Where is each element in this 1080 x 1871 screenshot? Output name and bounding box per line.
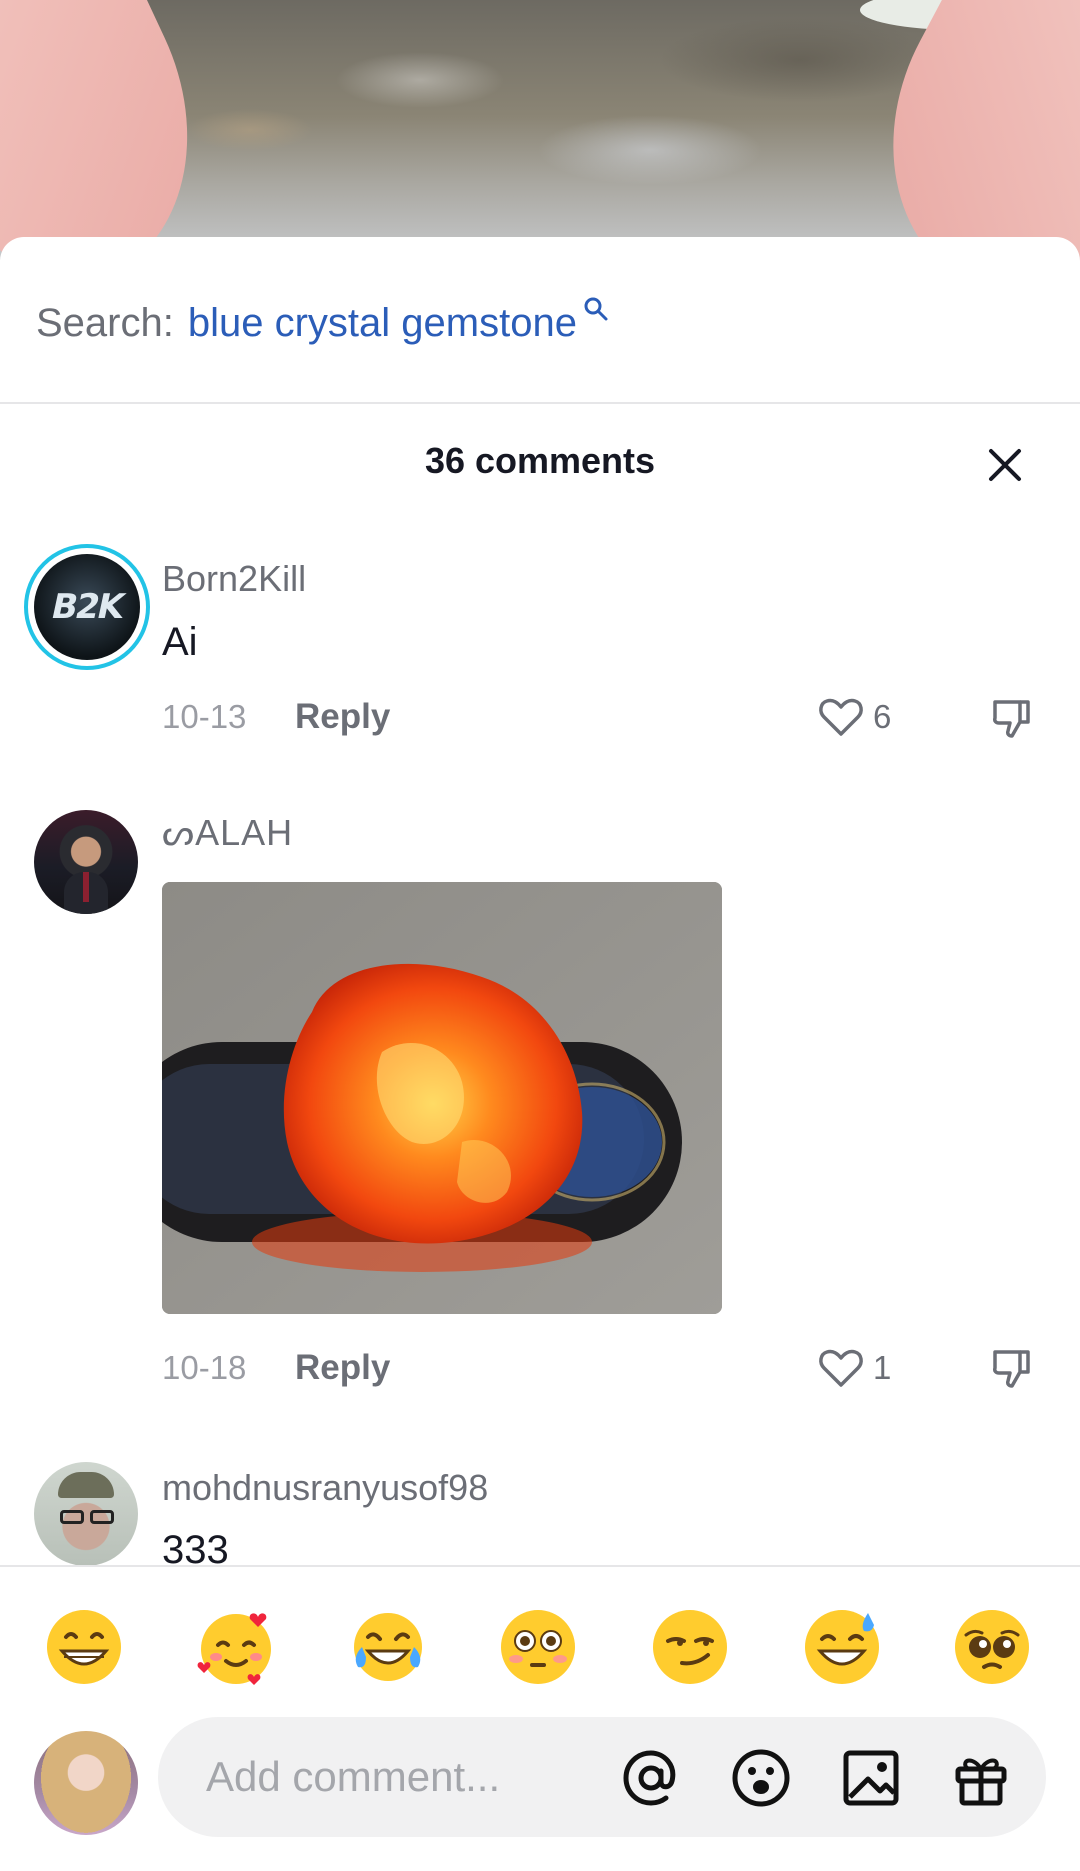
dislike-icon[interactable] (990, 1346, 1034, 1390)
heart-icon[interactable] (818, 1347, 864, 1389)
comment-composer: Add comment... (0, 1715, 1080, 1871)
search-icon (584, 297, 608, 321)
smirk-emoji-icon[interactable] (650, 1607, 730, 1687)
comment-image[interactable] (162, 882, 722, 1314)
pleading-emoji-icon[interactable] (952, 1607, 1032, 1687)
flushed-emoji-icon[interactable] (498, 1607, 578, 1687)
like-count: 1 (873, 1349, 892, 1386)
comment-date: 10-18 (162, 1349, 247, 1386)
reply-button[interactable]: Reply (295, 1348, 390, 1388)
comment-input[interactable]: Add comment... (158, 1717, 1046, 1837)
avatar[interactable] (34, 810, 138, 914)
avatar-logo-text: B2K (47, 587, 127, 627)
search-suggestion[interactable]: Search: blue crystal gemstone (36, 297, 609, 348)
reply-button[interactable]: Reply (295, 697, 390, 737)
glowing-stone-photo (162, 882, 722, 1314)
image-attach-icon[interactable] (840, 1747, 902, 1809)
comments-count-title: 36 comments (424, 440, 656, 481)
like-count: 6 (873, 698, 892, 735)
comment-text: Ai (162, 620, 198, 664)
comment-username[interactable]: Born2Kill (162, 558, 306, 600)
avatar[interactable] (34, 1462, 138, 1566)
smiling-hearts-emoji-icon[interactable] (196, 1607, 276, 1687)
search-term-link[interactable]: blue crystal gemstone (188, 301, 577, 346)
emoji-picker-icon[interactable] (730, 1747, 792, 1809)
dislike-icon[interactable] (990, 696, 1034, 740)
self-avatar[interactable] (34, 1731, 138, 1835)
video-background (0, 0, 1080, 333)
emoji-quick-bar (0, 1565, 1080, 1715)
comment-username[interactable]: ᔕALAH (162, 812, 293, 854)
close-icon[interactable] (985, 445, 1025, 485)
search-prefix: Search: (36, 300, 174, 345)
comment-username[interactable]: mohdnusranyusof98 (162, 1467, 488, 1509)
mention-icon[interactable] (620, 1747, 682, 1809)
search-divider (0, 402, 1080, 404)
comment-input-placeholder: Add comment... (206, 1753, 501, 1800)
gift-icon[interactable] (950, 1747, 1012, 1809)
comment-date: 10-13 (162, 698, 247, 735)
tears-of-joy-emoji-icon[interactable] (348, 1607, 428, 1687)
sweat-smile-emoji-icon[interactable] (802, 1607, 882, 1687)
heart-icon[interactable] (818, 696, 864, 738)
avatar[interactable]: B2K (24, 544, 150, 670)
grinning-emoji-icon[interactable] (44, 1607, 124, 1687)
